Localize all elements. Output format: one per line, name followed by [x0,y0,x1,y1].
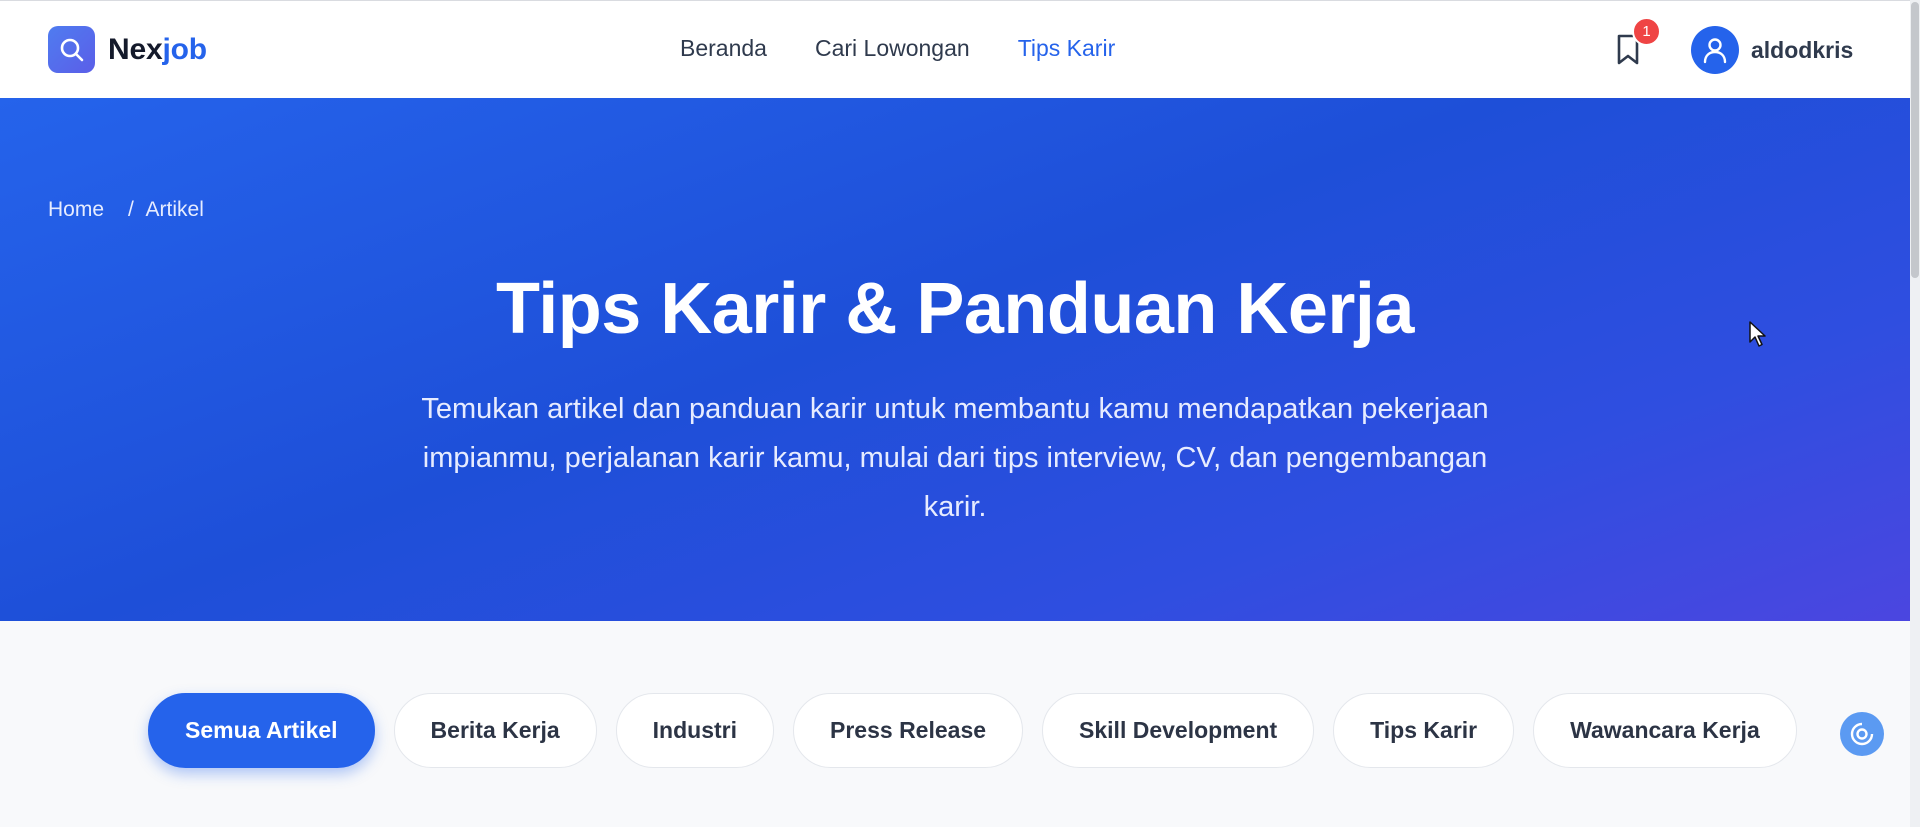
filter-tips-karir[interactable]: Tips Karir [1333,693,1515,768]
top-navbar: Nexjob Beranda Cari Lowongan Tips Karir … [0,0,1910,98]
mouse-cursor-icon [1748,320,1768,348]
search-icon [48,26,95,73]
user-menu[interactable]: aldodkris [1691,26,1853,74]
breadcrumb-current: Artikel [145,198,204,221]
category-filters: Semua Artikel Berita Kerja Industri Pres… [148,693,1797,768]
page-title: Tips Karir & Panduan Kerja [496,269,1414,349]
scrollbar-thumb[interactable] [1911,2,1919,278]
breadcrumb-home[interactable]: Home [48,198,104,222]
page-description: Temukan artikel dan panduan karir untuk … [421,393,1489,523]
breadcrumb: Home / Artikel [48,198,204,222]
filter-press-release[interactable]: Press Release [793,693,1024,768]
filter-skill-development[interactable]: Skill Development [1042,693,1315,768]
filter-berita-kerja[interactable]: Berita Kerja [393,693,597,768]
filter-semua-artikel[interactable]: Semua Artikel [148,693,375,768]
brand-name-part2: job [162,32,207,66]
page-scrollbar[interactable] [1910,0,1920,827]
brand-logo[interactable]: Nexjob [48,26,207,73]
bookmark-count-badge: 1 [1632,17,1661,46]
nav-beranda[interactable]: Beranda [680,35,767,62]
nav-cari-lowongan[interactable]: Cari Lowongan [815,35,970,62]
breadcrumb-separator: / [128,198,134,221]
brand-name-part1: Nex [108,32,163,66]
username: aldodkris [1751,36,1854,63]
filter-industri[interactable]: Industri [615,693,775,768]
breadcrumb-current-group: / Artikel [128,198,204,222]
user-icon [1691,26,1739,74]
support-icon[interactable] [1840,712,1884,756]
main-nav: Beranda Cari Lowongan Tips Karir [680,35,1115,62]
hero-section: Home / Artikel Tips Karir & Panduan Kerj… [0,98,1910,621]
brand-name: Nexjob [108,33,207,67]
filter-wawancara-kerja[interactable]: Wawancara Kerja [1533,693,1797,768]
nav-tips-karir[interactable]: Tips Karir [1018,35,1116,62]
